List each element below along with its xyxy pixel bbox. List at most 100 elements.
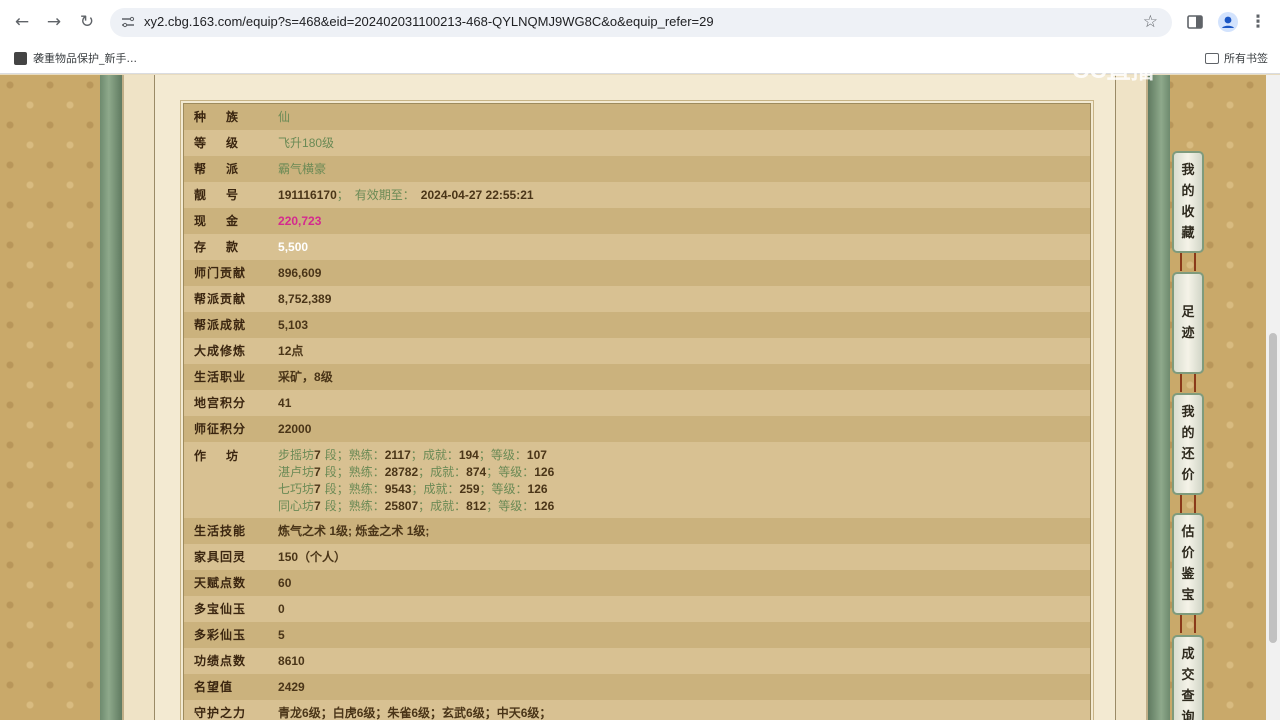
workshop-field: 湛卢坊: [278, 464, 315, 479]
workshop-field: 熟练：: [348, 447, 385, 462]
row-value: 5,500: [268, 233, 1091, 260]
table-row-workshop: 作坊 步摇坊7 段；熟练：2117；成就：194；等级：107 湛卢坊7 段；熟练：28…: [183, 441, 1091, 518]
workshop-item: 湛卢坊7 段；熟练：28782；成就：874；等级：126: [278, 464, 1080, 481]
row-label: 天赋点数: [183, 569, 269, 596]
workshop-field: 874: [466, 464, 487, 479]
character-info-table: 种族仙等级 飞升180级 帮派 霸气横豪 靓号 191116170； 有效期至： 2024-0…: [180, 100, 1094, 720]
menu-dots-icon[interactable]: ⋮: [1246, 10, 1270, 34]
row-value: 12点: [268, 337, 1091, 364]
reload-icon[interactable]: ↻: [75, 10, 99, 34]
workshop-field: 126: [527, 481, 548, 496]
bookmark-star-icon[interactable]: ☆: [1143, 12, 1158, 32]
site-settings-icon[interactable]: [120, 14, 136, 30]
bookmark-item[interactable]: 袭重物品保护_新手...: [14, 50, 137, 66]
note-separator: ；: [336, 188, 349, 202]
row-label: 作坊: [183, 441, 269, 518]
row-label: 帮派贡献: [183, 285, 269, 312]
side-tab-4[interactable]: 成交查询: [1172, 635, 1204, 720]
table-row: 守护之力 青龙6级；白虎6级；朱雀6级；玄武6级；中天6级；: [183, 699, 1091, 720]
workshop-field: 成就：: [430, 498, 467, 513]
row-value: 8,752,389: [268, 285, 1091, 312]
side-tab-char: 鉴: [1181, 567, 1195, 582]
row-label: 帮派: [183, 155, 269, 182]
row-label: 守护之力: [183, 699, 269, 720]
value-text: 5,103: [278, 317, 309, 332]
row-label: 存款: [183, 233, 269, 260]
row-label: 种族: [183, 103, 269, 130]
forward-arrow-icon[interactable]: →: [42, 10, 66, 34]
workshop-field: 107: [526, 447, 547, 462]
table-row: 多宝仙玉 0: [183, 595, 1091, 622]
workshop-field: ；: [418, 498, 431, 513]
value-text: 采矿，8级: [278, 370, 333, 384]
workshop-field: ；: [478, 447, 491, 462]
row-value: 青龙6级；白虎6级；朱雀6级；玄武6级；中天6级；: [268, 699, 1091, 720]
value-text: 0: [278, 601, 285, 616]
row-label: 生活技能: [183, 517, 269, 544]
workshop-field: 7: [314, 498, 321, 513]
value-text: 150（个人）: [278, 550, 347, 564]
table-row: 名望值 2429: [183, 673, 1091, 700]
table-row: 大成修炼 12点: [183, 337, 1091, 364]
row-value: 0: [268, 595, 1091, 622]
row-value: 飞升180级: [268, 129, 1091, 156]
table-row: 师征积分 22000: [183, 415, 1091, 442]
side-tab-char: 我: [1181, 405, 1195, 420]
profile-avatar-icon[interactable]: [1218, 12, 1238, 32]
workshop-field: 194: [458, 447, 479, 462]
table-row: 生活技能 炼气之术 1级; 烁金之术 1级;: [183, 517, 1091, 544]
value-text: 60: [278, 575, 292, 590]
all-bookmarks-button[interactable]: 所有书签: [1205, 50, 1268, 66]
row-label: 功绩点数: [183, 647, 269, 674]
value-text: 青龙6级；白虎6级；朱雀6级；玄武6级；中天6级；: [278, 705, 552, 720]
value-text: 191116170: [278, 188, 337, 202]
value-text: 8,752,389: [278, 291, 332, 306]
workshop-field: ；: [410, 447, 423, 462]
table-row: 师门贡献 896,609: [183, 259, 1091, 286]
workshop-field: 812: [466, 498, 487, 513]
row-value: 150（个人）: [268, 543, 1091, 570]
value-text: 仙: [278, 110, 291, 125]
browser-toolbar: ← → ↻ xy2.cbg.163.com/equip?s=468&eid=20…: [0, 0, 1280, 44]
row-value: 191116170； 有效期至： 2024-04-27 22:55:21: [268, 181, 1091, 208]
workshop-field: 2117: [384, 447, 411, 462]
tab-connector: [1180, 495, 1196, 513]
side-tab-1[interactable]: 足迹: [1172, 272, 1204, 374]
tab-connector: [1180, 615, 1196, 633]
workshop-field: 熟练：: [348, 464, 385, 479]
row-label: 等级: [183, 129, 269, 156]
table-row: 生活职业 采矿，8级: [183, 363, 1091, 390]
page-scrollbar[interactable]: [1266, 75, 1280, 720]
all-bookmarks-label: 所有书签: [1224, 52, 1268, 65]
workshop-field: 成就：: [423, 481, 460, 496]
row-value: 5,103: [268, 311, 1091, 338]
workshop-field: 段；: [324, 498, 349, 513]
expiry-value: 2024-04-27 22:55:21: [420, 188, 534, 202]
workshop-field: ；: [486, 464, 499, 479]
workshop-item: 同心坊7 段；熟练：25807；成就：812；等级：126: [278, 498, 1080, 515]
scrollbar-thumb[interactable]: [1269, 333, 1277, 643]
folder-icon: [1205, 52, 1219, 64]
side-tab-3[interactable]: 估价鉴宝: [1172, 513, 1204, 615]
workshop-field: 28782: [384, 464, 419, 479]
workshop-field: 7: [314, 464, 321, 479]
workshop-field: 同心坊: [278, 498, 315, 513]
workshop-field: 等级：: [491, 481, 528, 496]
workshop-field: 126: [534, 464, 555, 479]
table-row: 现金 220,723: [183, 207, 1091, 234]
side-tab-2[interactable]: 我的还价: [1172, 393, 1204, 495]
value-text: 炼气之术 1级; 烁金之术 1级;: [278, 524, 430, 538]
left-frame-border: [100, 75, 122, 720]
row-label: 大成修炼: [183, 337, 269, 364]
right-frame-border: [1148, 75, 1170, 720]
workshop-field: 7: [314, 447, 321, 462]
side-panel-icon[interactable]: [1187, 15, 1203, 29]
row-label: 生活职业: [183, 363, 269, 390]
address-bar[interactable]: xy2.cbg.163.com/equip?s=468&eid=20240203…: [110, 8, 1172, 37]
workshop-field: 25807: [384, 498, 419, 513]
side-tab-0[interactable]: 我的收藏: [1172, 151, 1204, 253]
workshop-field: 259: [459, 481, 480, 496]
table-row: 靓号 191116170； 有效期至： 2024-04-27 22:55:21: [183, 181, 1091, 208]
back-arrow-icon[interactable]: ←: [10, 10, 34, 34]
url-text[interactable]: xy2.cbg.163.com/equip?s=468&eid=20240203…: [144, 14, 714, 29]
